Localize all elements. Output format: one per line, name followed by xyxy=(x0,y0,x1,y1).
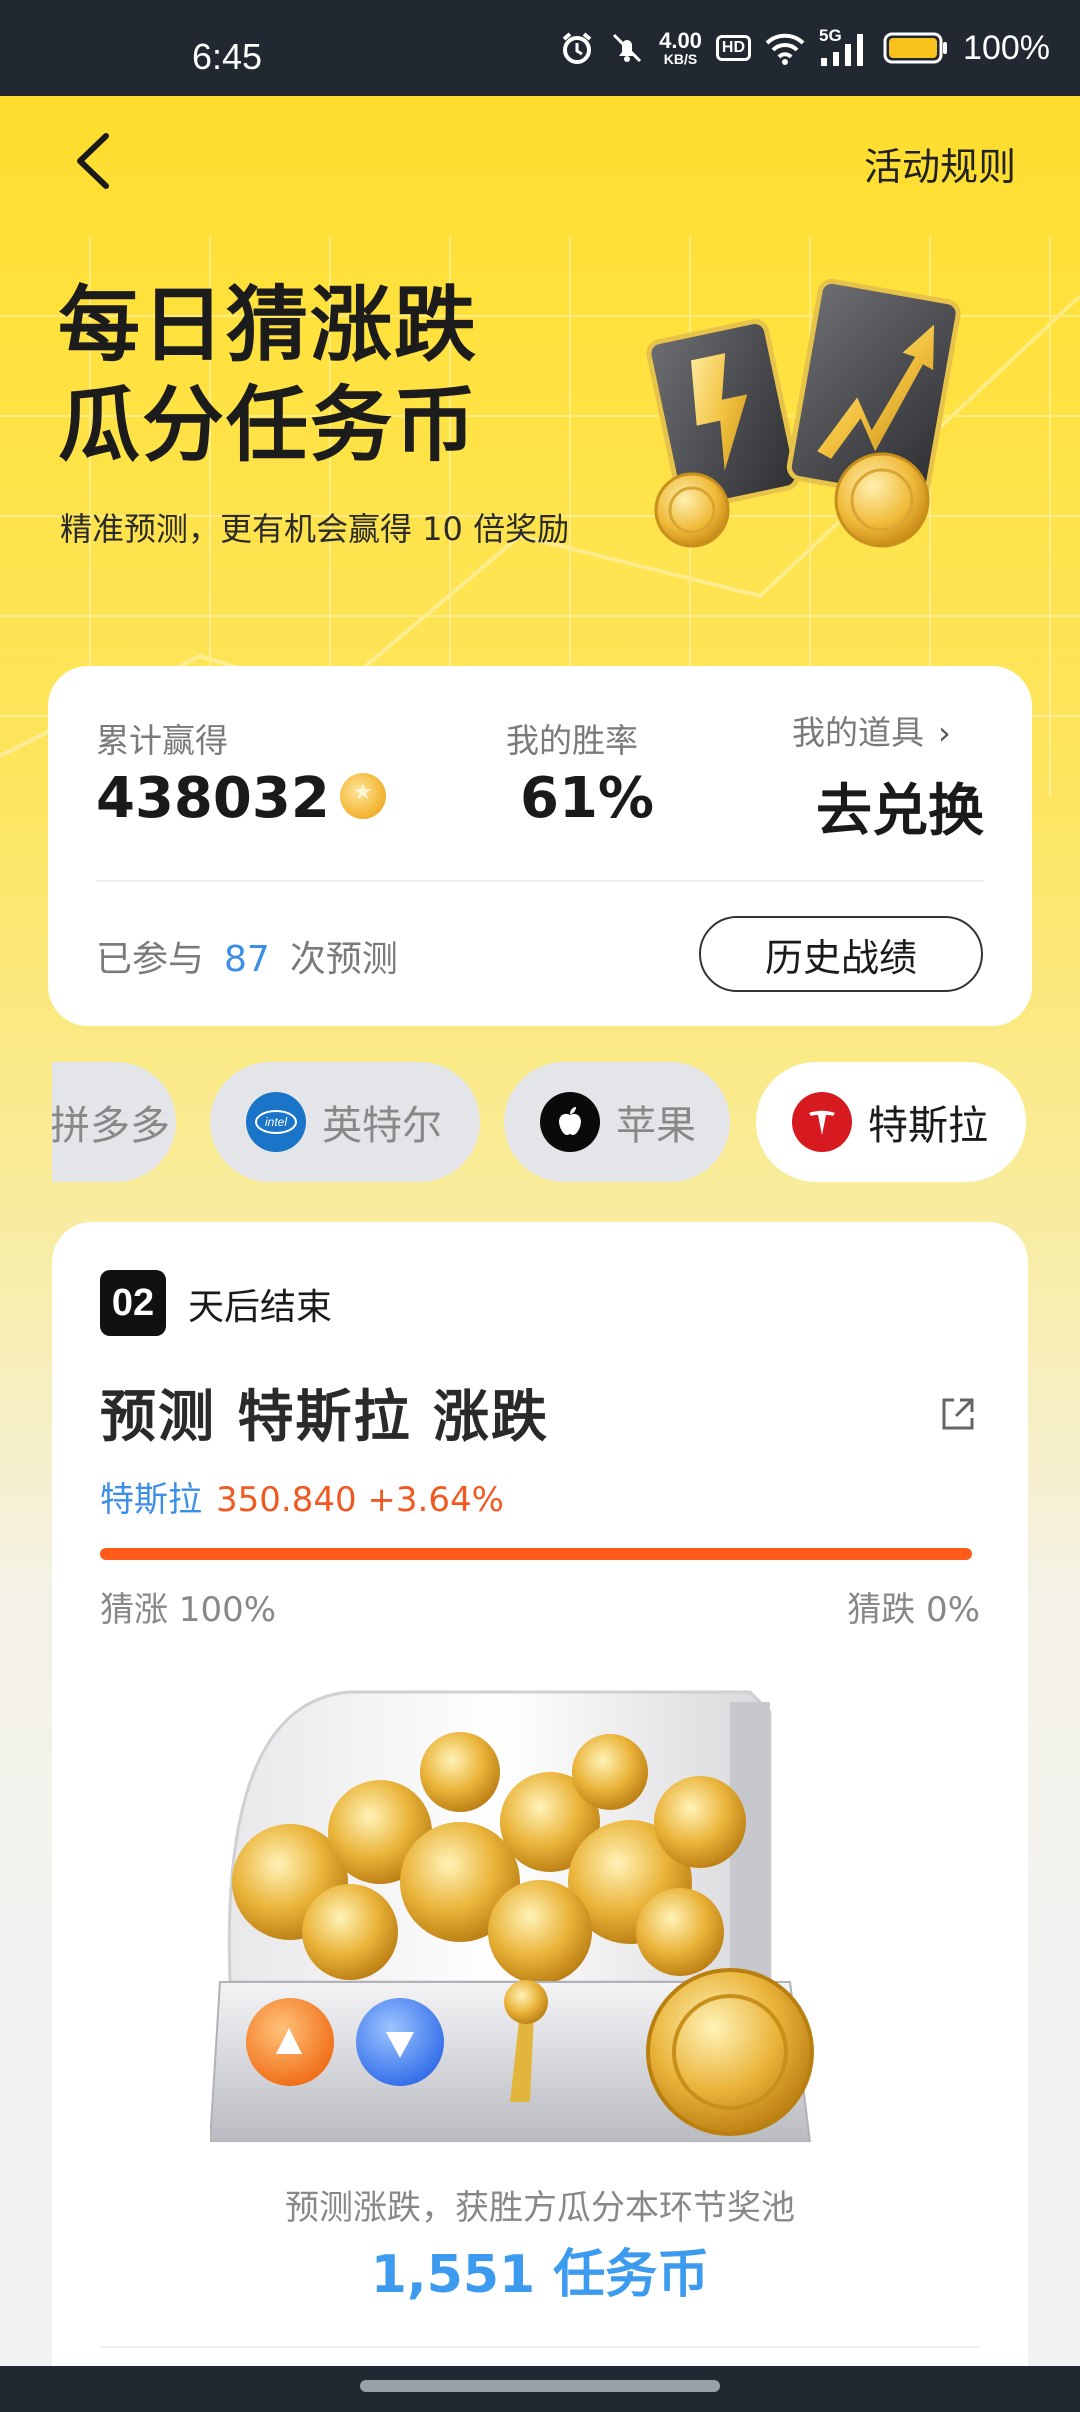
hero-cards-illustration xyxy=(646,278,961,548)
my-props-link[interactable]: 我的道具 › xyxy=(792,706,951,754)
earned-label: 累计赢得 xyxy=(96,721,228,760)
coin-icon xyxy=(654,472,730,548)
history-record-button[interactable]: 历史战绩 xyxy=(699,916,983,992)
divider xyxy=(96,880,984,882)
mute-icon xyxy=(613,33,642,63)
back-icon[interactable] xyxy=(62,126,122,196)
battery-icon xyxy=(883,32,948,64)
apple-logo-icon xyxy=(540,1092,600,1152)
status-bar: 6:45 4.00 KB/S HD 5G 100% xyxy=(0,0,1080,96)
pool-description: 预测涨跌，获胜方瓜分本环节奖池 xyxy=(285,2188,795,2228)
earned-value: 438032 xyxy=(96,766,330,831)
network-speed-unit: KB/S xyxy=(663,51,698,67)
chevron-right-icon: › xyxy=(938,714,951,752)
stock-chip-tesla[interactable]: 特斯拉 xyxy=(756,1062,1026,1182)
tesla-logo-icon xyxy=(792,1092,852,1152)
my-props-label: 我的道具 xyxy=(792,713,924,752)
status-icons: 4.00 KB/S HD 5G 100% xyxy=(559,26,1050,70)
stock-chip-label: 苹果 xyxy=(616,1103,696,1149)
system-navigation-bar xyxy=(0,2366,1080,2412)
vote-ratio-fill xyxy=(100,1548,972,1560)
days-left-text: 天后结束 xyxy=(188,1287,333,1328)
pool-amount: 1,551 任务币 xyxy=(370,2245,710,2305)
hero-title-line1: 每日猜涨跌 xyxy=(58,278,479,373)
stats-card: 累计赢得 438032 我的胜率 61% 我的道具› 去兑换 已参与87次预测 … xyxy=(48,666,1032,1026)
vote-ratio-bar xyxy=(100,1548,972,1560)
guess-up-ratio: 猜涨 100% xyxy=(100,1590,277,1630)
earned-value-row: 438032 xyxy=(96,766,386,831)
activity-rules-link[interactable]: 活动规则 xyxy=(864,136,1016,191)
participated-prefix: 已参与 xyxy=(96,939,205,980)
stock-chip-label: 英特尔 xyxy=(322,1103,442,1149)
home-gesture-bar[interactable] xyxy=(360,2380,720,2392)
winrate-label: 我的胜率 xyxy=(506,721,638,760)
stock-chip-label: 拼多多 xyxy=(52,1103,170,1149)
share-icon[interactable] xyxy=(938,1394,978,1434)
cellular-signal: 5G xyxy=(819,26,869,68)
network-speed-value: 4.00 xyxy=(659,28,702,53)
wifi-icon xyxy=(765,33,805,65)
network-speed: 4.00 KB/S xyxy=(659,28,702,67)
stock-name[interactable]: 特斯拉 xyxy=(100,1480,202,1520)
stock-chip-intel[interactable]: intel 英特尔 xyxy=(210,1062,480,1182)
stock-price-line: 特斯拉 350.840 +3.64% xyxy=(100,1472,504,1521)
status-time: 6:45 xyxy=(192,36,263,77)
coin-icon xyxy=(339,772,386,819)
participation-summary: 已参与 87 次预测 xyxy=(96,930,398,982)
exchange-button[interactable]: 去兑换 xyxy=(816,766,984,847)
hero-subtitle: 精准预测，更有机会赢得 10 倍奖励 xyxy=(60,510,570,548)
hd-badge: HD xyxy=(715,35,752,61)
svg-text:intel: intel xyxy=(265,1115,287,1129)
stock-chip-label: 特斯拉 xyxy=(868,1103,988,1149)
participated-suffix: 次预测 xyxy=(289,939,398,980)
coin-icon xyxy=(834,452,930,548)
guess-down-ratio: 猜跌 0% xyxy=(847,1590,980,1630)
battery-percentage: 100% xyxy=(963,28,1050,67)
coin-machine-illustration xyxy=(210,1690,814,2142)
prediction-card: 02 天后结束 预测 特斯拉 涨跌 特斯拉 350.840 +3.64% 猜涨 1… xyxy=(52,1222,1028,2412)
price-change: 350.840 +3.64% xyxy=(216,1480,504,1520)
hero-title-line2: 瓜分任务币 xyxy=(58,378,479,473)
prediction-title: 预测 特斯拉 涨跌 xyxy=(100,1385,549,1450)
signal-icon xyxy=(821,34,864,66)
stock-chip-apple[interactable]: 苹果 xyxy=(504,1062,730,1182)
stock-selector: 拼多多 intel 英特尔 苹果 特斯拉 xyxy=(52,1062,1028,1182)
alarm-icon xyxy=(562,32,592,64)
hero-title: 每日猜涨跌 瓜分任务币 xyxy=(58,276,478,476)
divider xyxy=(100,2346,980,2348)
intel-logo-icon: intel xyxy=(246,1092,306,1152)
participated-count: 87 xyxy=(224,939,270,980)
days-left-badge: 02 xyxy=(100,1270,166,1336)
winrate-value: 61% xyxy=(520,766,655,831)
stock-chip-pinduoduo[interactable]: 拼多多 xyxy=(52,1062,176,1182)
